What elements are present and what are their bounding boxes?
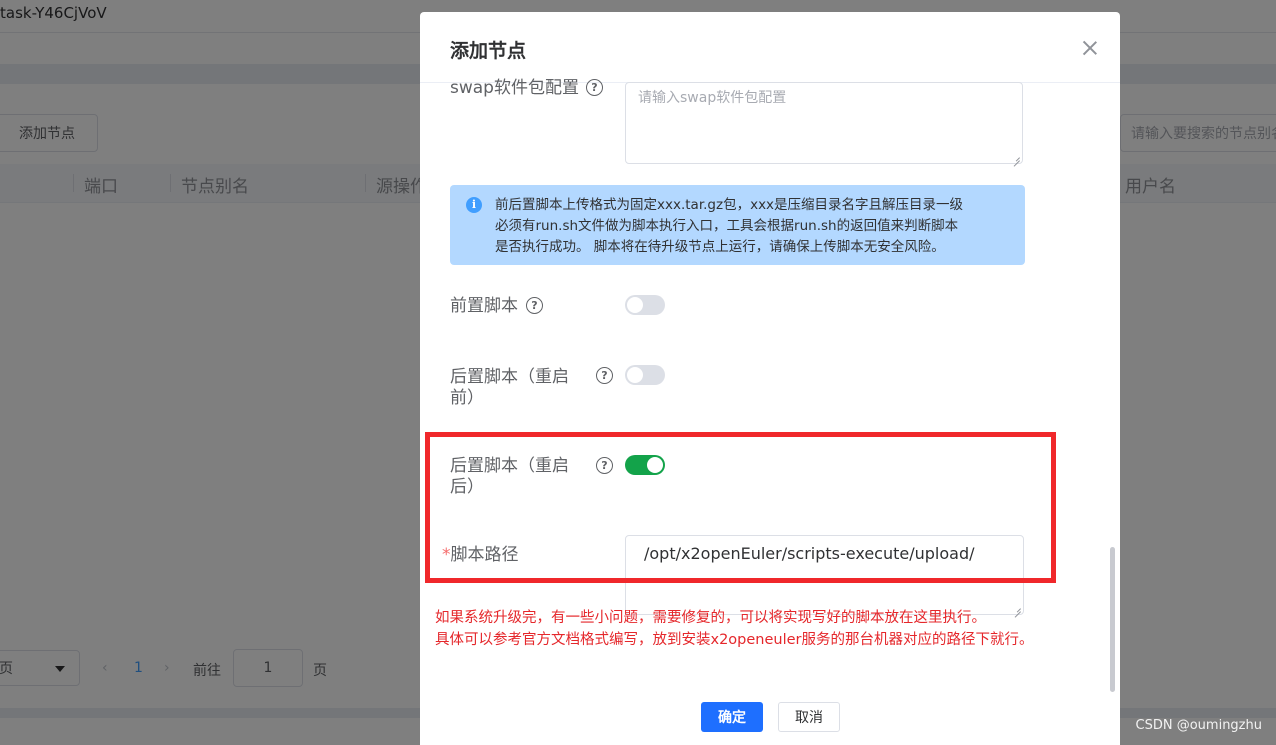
help-icon[interactable]: ? xyxy=(526,297,543,314)
label-line: 前） xyxy=(450,388,484,408)
annotation-line: 具体可以参考官方文档格式编写，放到安装x2openeuler服务的那台机器对应的… xyxy=(435,632,1034,648)
add-node-dialog: 添加节点 swap软件包配置 ? 请输入swap软件包配置 i 前后置脚本上传格… xyxy=(420,12,1120,745)
pre-script-switch[interactable] xyxy=(625,295,665,315)
dialog-header: 添加节点 xyxy=(420,12,1120,83)
swap-config-placeholder: 请输入swap软件包配置 xyxy=(638,90,787,106)
dialog-scrollbar[interactable] xyxy=(1110,547,1115,692)
annotation-note: 如果系统升级完，有一些小问题，需要修复的，可以将实现写好的脚本放在这里执行。 具… xyxy=(435,607,1034,651)
confirm-button[interactable]: 确定 xyxy=(701,702,763,732)
post-script-before-reboot-switch[interactable] xyxy=(625,365,665,385)
post-script-before-reboot-label: 后置脚本（重启 前） xyxy=(450,367,569,409)
switch-knob xyxy=(627,297,643,313)
help-icon[interactable]: ? xyxy=(586,79,603,96)
annotation-line: 如果系统升级完，有一些小问题，需要修复的，可以将实现写好的脚本放在这里执行。 xyxy=(435,610,986,626)
script-info-alert: i 前后置脚本上传格式为固定xxx.tar.gz包，xxx是压缩目录名字且解压目… xyxy=(450,185,1025,265)
label-line: 后置脚本（重启 xyxy=(450,367,569,387)
swap-config-label: swap软件包配置 xyxy=(450,78,579,98)
dialog-title: 添加节点 xyxy=(450,40,527,62)
resize-handle-icon[interactable] xyxy=(1012,153,1020,161)
switch-knob xyxy=(627,367,643,383)
annotation-highlight-box xyxy=(425,432,1056,583)
alert-text-line: 前后置脚本上传格式为固定xxx.tar.gz包，xxx是压缩目录名字且解压目录一… xyxy=(495,197,964,213)
cancel-button[interactable]: 取消 xyxy=(778,702,840,732)
swap-config-textarea[interactable]: 请输入swap软件包配置 xyxy=(625,82,1023,164)
watermark: CSDN @oumingzhu xyxy=(1135,718,1262,733)
info-icon: i xyxy=(466,197,482,213)
alert-text-line: 必须有run.sh文件做为脚本执行入口，工具会根据run.sh的返回值来判断脚本 xyxy=(495,218,959,234)
pre-script-label: 前置脚本 xyxy=(450,296,518,316)
alert-text-line: 是否执行成功。 脚本将在待升级节点上运行，请确保上传脚本无安全风险。 xyxy=(495,239,945,255)
close-icon[interactable] xyxy=(1080,38,1100,58)
help-icon[interactable]: ? xyxy=(596,367,613,384)
